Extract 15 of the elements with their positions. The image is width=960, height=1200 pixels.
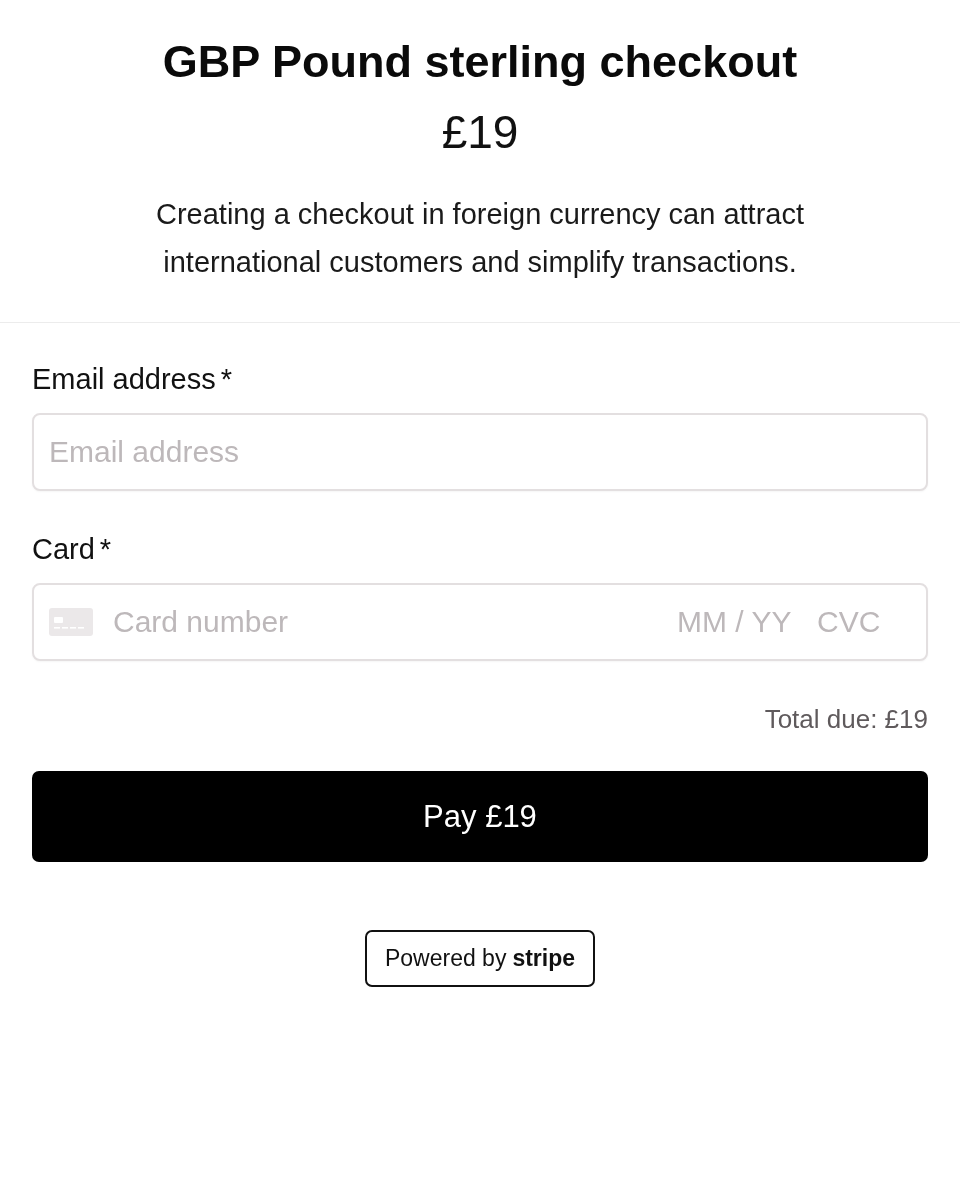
- pay-button[interactable]: Pay £19: [32, 771, 928, 862]
- powered-by-link[interactable]: Powered by stripe: [364, 930, 596, 987]
- field-label: Card: [32, 532, 95, 567]
- card-number-input[interactable]: Card number: [113, 602, 677, 642]
- cvc-input[interactable]: CVC: [817, 602, 897, 642]
- card-field[interactable]: Card number MM / YY CVC: [32, 583, 928, 661]
- email-input[interactable]: Email address: [32, 413, 928, 491]
- required-mark: *: [220, 362, 233, 397]
- total-due: Total due: £19: [764, 703, 928, 736]
- description: Creating a checkout in foreign currency can attract international customers and simplify transactions.: [155, 197, 805, 280]
- expiry-input[interactable]: MM / YY: [677, 602, 797, 642]
- price: £19: [441, 105, 519, 160]
- checkout-title: GBP Pound sterling checkout: [162, 35, 798, 89]
- required-mark: *: [99, 532, 112, 567]
- field-label: Email address: [32, 362, 216, 397]
